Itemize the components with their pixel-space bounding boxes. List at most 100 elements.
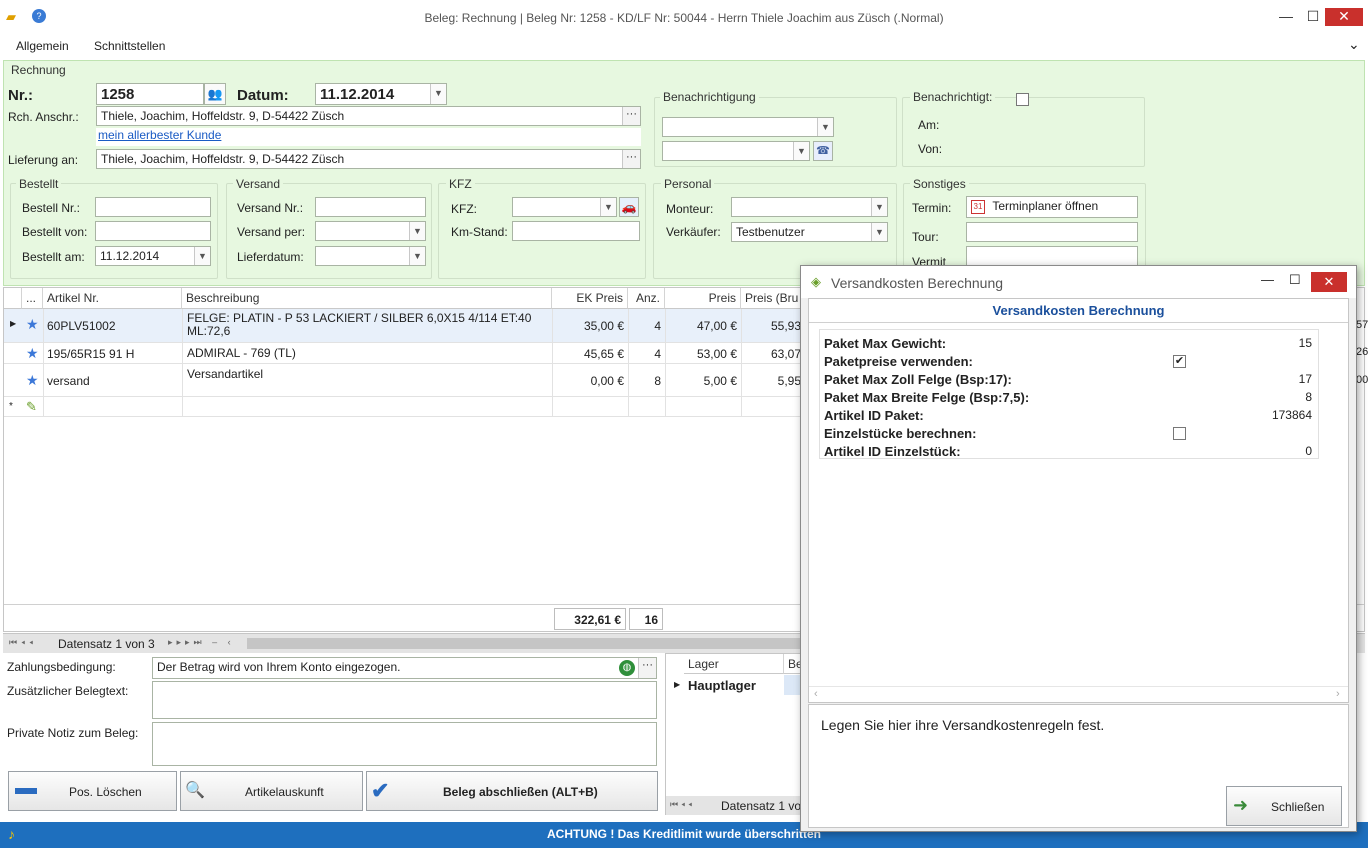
scroll-left-icon[interactable]: ‹	[814, 688, 818, 700]
benachrichtigung-select[interactable]: ▼	[662, 117, 834, 137]
grid-line	[552, 309, 553, 417]
column-header-ek[interactable]: EK Preis	[552, 288, 628, 309]
car-add-icon[interactable]: 🚗	[619, 197, 639, 217]
verkaeufer-value: Testbenutzer	[736, 225, 805, 239]
chevron-down-icon[interactable]: ▼	[430, 84, 446, 104]
more-icon[interactable]: ···	[622, 107, 640, 125]
table-row[interactable]: ★ 195/65R15 91 H ADMIRAL - 769 (TL) 45,6…	[4, 342, 804, 363]
chevron-down-icon[interactable]: ⌄	[1348, 36, 1360, 53]
star-icon[interactable]: ★	[26, 316, 39, 333]
nr-label: Nr.:	[8, 87, 34, 104]
rechnung-form: Rechnung Nr.: 1258 👥 Datum: 11.12.2014 ▼…	[3, 60, 1365, 286]
prop-value[interactable]: 15	[1200, 336, 1312, 350]
km-field[interactable]	[512, 221, 640, 241]
cell-anz: 4	[654, 347, 661, 361]
bestellt-von-field[interactable]	[95, 221, 211, 241]
dialog-minimize-button[interactable]: —	[1261, 272, 1274, 287]
dialog-description: Legen Sie hier ihre Versandkostenregeln …	[821, 717, 1105, 733]
more-icon[interactable]: ···	[638, 658, 656, 678]
column-header-artikel[interactable]: Artikel Nr.	[43, 288, 182, 309]
column-header-beschreibung[interactable]: Beschreibung	[182, 288, 552, 309]
kunde-link[interactable]: mein allerbester Kunde	[96, 128, 221, 142]
lager-row[interactable]: Hauptlager	[688, 678, 756, 693]
dialog-close-button[interactable]: ✕	[1311, 272, 1347, 292]
more-icon[interactable]: ···	[622, 150, 640, 168]
notiz-textarea[interactable]	[152, 722, 657, 766]
prop-label: Einzelstücke berechnen:	[824, 426, 977, 441]
prop-label: Paket Max Gewicht:	[824, 336, 947, 351]
schliessen-button[interactable]: ➜ Schließen	[1226, 786, 1342, 826]
dialog-hscrollbar[interactable]: ‹ ›	[809, 686, 1348, 702]
close-button[interactable]: ✕	[1325, 8, 1363, 26]
monteur-select[interactable]: ▼	[731, 197, 888, 217]
zahlung-field[interactable]: Der Betrag wird von Ihrem Konto eingezog…	[152, 657, 657, 679]
new-row[interactable]: * ✎	[4, 396, 804, 417]
menu-allgemein[interactable]: Allgemein	[16, 39, 69, 53]
versand-nr-field[interactable]	[315, 197, 426, 217]
minimize-button[interactable]: —	[1273, 8, 1299, 26]
column-header-brutto[interactable]: Preis (Bru	[741, 288, 803, 309]
beleg-abschliessen-label: Beleg abschließen (ALT+B)	[443, 785, 598, 799]
einzelstuecke-checkbox[interactable]	[1173, 427, 1186, 440]
bestellt-am-label: Bestellt am:	[22, 250, 85, 264]
nav-first-prev-icon[interactable]: ⏮◂◂	[9, 637, 37, 648]
horizontal-scrollbar[interactable]	[247, 638, 807, 649]
lieferdatum-field[interactable]: ▼	[315, 246, 426, 266]
terminplaner-button[interactable]: 31 Terminplaner öffnen	[966, 196, 1138, 218]
benachrichtigung-select-2[interactable]: ▼	[662, 141, 810, 161]
paketpreise-checkbox[interactable]: ✔	[1173, 355, 1186, 368]
dialog-maximize-button[interactable]: ☐	[1289, 272, 1301, 288]
column-header-anz[interactable]: Anz.	[628, 288, 665, 309]
anschr-value: Thiele, Joachim, Hoffeldstr. 9, D-54422 …	[101, 109, 345, 123]
prop-value[interactable]: 17	[1200, 372, 1312, 386]
cell-preis: 53,00 €	[696, 347, 737, 361]
column-header-menu[interactable]: ...	[22, 288, 43, 309]
nav-first-prev-icon[interactable]: ⏮◂◂	[670, 799, 695, 810]
chevron-down-icon: ▼	[817, 118, 833, 136]
km-label: Km-Stand:	[451, 225, 508, 239]
table-row[interactable]: ★ versand Versandartikel 0,00 € 8 5,00 €…	[4, 363, 804, 396]
anschr-field[interactable]: Thiele, Joachim, Hoffeldstr. 9, D-54422 …	[96, 106, 641, 126]
nav-next-last-icon[interactable]: ▸▸▸⏭ – ‹	[168, 637, 235, 648]
row-indicator-header	[4, 288, 22, 309]
bestell-nr-field[interactable]	[95, 197, 211, 217]
lieferung-field[interactable]: Thiele, Joachim, Hoffeldstr. 9, D-54422 …	[96, 149, 641, 169]
tour-field[interactable]	[966, 222, 1138, 242]
star-icon[interactable]: ★	[26, 372, 39, 389]
customer-lookup-icon[interactable]: 👥	[204, 83, 226, 105]
maximize-button[interactable]: ☐	[1300, 8, 1326, 26]
star-icon[interactable]: ★	[26, 345, 39, 362]
globe-icon[interactable]: ◍	[619, 660, 635, 676]
verkaeufer-select[interactable]: Testbenutzer ▼	[731, 222, 888, 242]
grid-line	[628, 309, 629, 417]
calendar-icon: 31	[971, 199, 985, 214]
menu-schnittstellen[interactable]: Schnittstellen	[94, 39, 165, 53]
column-header-lager[interactable]: Lager	[684, 654, 784, 674]
bestellt-legend: Bestellt	[16, 177, 62, 191]
prop-value[interactable]: 173864	[1200, 408, 1312, 422]
pos-loeschen-button[interactable]: Pos. Löschen	[8, 771, 177, 811]
artikelauskunft-label: Artikelauskunft	[245, 785, 324, 799]
benachrichtigt-checkbox[interactable]	[1016, 93, 1029, 106]
beleg-abschliessen-button[interactable]: ✔ Beleg abschließen (ALT+B)	[366, 771, 658, 811]
prop-value[interactable]: 0	[1200, 444, 1312, 458]
table-row[interactable]: ▶ ★ 60PLV51002 FELGE: PLATIN - P 53 LACK…	[4, 309, 804, 342]
column-header-preis[interactable]: Preis	[665, 288, 741, 309]
kfz-select[interactable]: ▼	[512, 197, 617, 217]
versand-per-select[interactable]: ▼	[315, 221, 426, 241]
prop-value[interactable]: 8	[1200, 390, 1312, 404]
zahlung-value: Der Betrag wird von Ihrem Konto eingezog…	[157, 660, 401, 674]
bestellt-am-field[interactable]: 11.12.2014 ▼	[95, 246, 211, 266]
lager-panel: Lager Be ▶ Hauptlager ⏮◂◂ Datensatz 1 vo	[665, 653, 806, 815]
sum-ek: 322,61 €	[554, 608, 626, 630]
scroll-right-icon[interactable]: ›	[1336, 688, 1340, 700]
datum-field[interactable]: 11.12.2014 ▼	[315, 83, 447, 105]
nr-field[interactable]: 1258	[96, 83, 204, 105]
cell-hidden-2: 26	[1356, 346, 1368, 358]
phone-icon[interactable]: ☎	[813, 141, 833, 161]
artikelauskunft-button[interactable]: 🔍 Artikelauskunft	[180, 771, 363, 811]
zusatz-textarea[interactable]	[152, 681, 657, 719]
cell-artikel: versand	[47, 374, 90, 388]
warning-icon: ♪	[8, 826, 15, 842]
vermit-field[interactable]	[966, 246, 1138, 266]
